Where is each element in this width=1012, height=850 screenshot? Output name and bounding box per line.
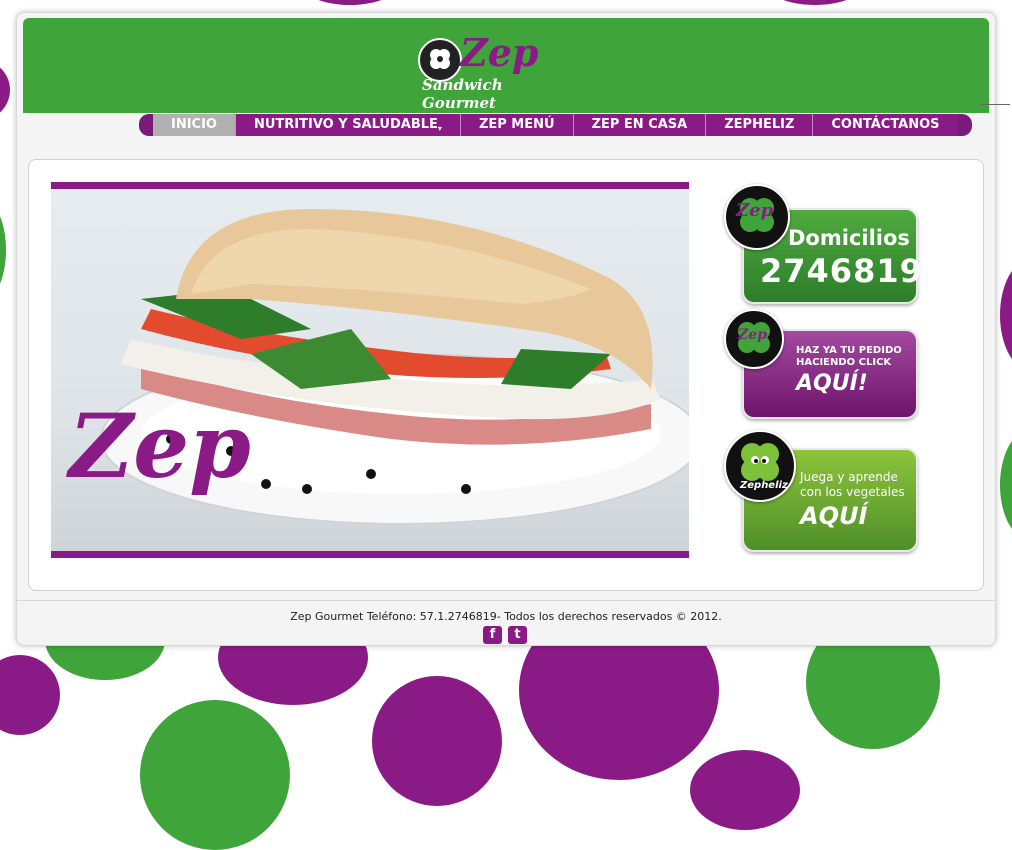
- brand-name: Zep: [460, 30, 539, 75]
- hero-brand-text: Zep: [69, 394, 251, 498]
- domicilios-phone: 2746819: [760, 252, 923, 290]
- twitter-icon[interactable]: t: [508, 626, 527, 644]
- social-links: f t: [483, 626, 527, 644]
- page-container: Zep Sandwich Gourmet INICIO NUTRITIVO Y …: [16, 12, 996, 646]
- facebook-icon[interactable]: f: [483, 626, 502, 644]
- zepheliz-line2: con los vegetales: [800, 485, 905, 499]
- zepheliz-line1: Juega y aprende: [800, 470, 898, 484]
- pedido-line2: HACIENDO CLICK: [796, 357, 892, 368]
- brand-tagline: Sandwich Gourmet: [422, 76, 503, 112]
- background-circle: [1000, 260, 1012, 370]
- pedido-promo[interactable]: HAZ YA TU PEDIDO HACIENDO CLICK AQUÍ! Ze…: [724, 309, 924, 421]
- background-circle: [1000, 430, 1012, 540]
- badge-label: Zep: [736, 200, 774, 221]
- domicilios-promo[interactable]: Domicilios 2746819 Zep: [724, 184, 924, 304]
- nav-item-inicio[interactable]: INICIO: [153, 114, 235, 136]
- background-circle: [300, 0, 400, 5]
- nav-item-nutritivo[interactable]: NUTRITIVO Y SALUDABLE▾: [234, 114, 460, 136]
- nav-item-label: NUTRITIVO Y SALUDABLE: [253, 117, 438, 132]
- background-circle: [690, 750, 800, 830]
- badge-label: Zepheliz: [740, 480, 788, 491]
- hero-banner: Zep: [51, 182, 689, 558]
- background-circle: [0, 60, 10, 120]
- nav-item-contacto[interactable]: CONTÁCTANOS: [812, 114, 958, 136]
- nav-item-zepheliz[interactable]: ZEPHELIZ: [705, 114, 813, 136]
- header: Zep Sandwich Gourmet: [23, 18, 989, 113]
- badge-label: Zep: [738, 327, 767, 343]
- zep-badge-icon: Zep: [724, 184, 790, 250]
- nav-item-label: ZEP EN CASA: [591, 117, 688, 132]
- background-circle: [140, 700, 290, 850]
- nav-item-label: INICIO: [171, 117, 217, 132]
- nav-item-en-casa[interactable]: ZEP EN CASA: [572, 114, 706, 136]
- nav-item-label: ZEPHELIZ: [724, 117, 795, 132]
- hero-image: Zep: [51, 189, 689, 551]
- brand-logo[interactable]: Zep Sandwich Gourmet: [418, 30, 568, 112]
- nav-cap-right: [957, 114, 972, 136]
- pedido-line1: HAZ YA TU PEDIDO: [796, 345, 902, 356]
- pedido-cta: AQUÍ!: [796, 371, 868, 396]
- chevron-down-icon: ▾: [437, 124, 442, 133]
- zep-badge-icon: Zep: [724, 309, 784, 369]
- nav-item-menu[interactable]: ZEP MENÚ: [459, 114, 573, 136]
- footer-divider: [17, 600, 995, 601]
- zepheliz-mascot-icon: Zepheliz: [724, 430, 796, 502]
- header-divider: [980, 104, 1010, 105]
- nav-item-label: CONTÁCTANOS: [831, 117, 940, 132]
- background-circle: [372, 676, 502, 806]
- nav-item-label: ZEP MENÚ: [478, 117, 555, 132]
- background-circle: [0, 655, 60, 735]
- domicilios-title: Domicilios: [788, 226, 910, 250]
- main-nav: INICIO NUTRITIVO Y SALUDABLE▾ ZEP MENÚ Z…: [139, 114, 972, 136]
- zepheliz-cta: AQUÍ: [800, 502, 868, 530]
- zepheliz-promo[interactable]: Juega y aprende con los vegetales AQUÍ Z…: [724, 430, 924, 555]
- main-content: Zep Domicilios 2746819 Zep HAZ YA TU PED…: [28, 159, 984, 591]
- background-circle: [0, 200, 6, 300]
- footer-copyright: Zep Gourmet Teléfono: 57.1.2746819- Todo…: [290, 610, 722, 623]
- nav-cap-left: [139, 114, 153, 136]
- background-circle: [770, 0, 860, 5]
